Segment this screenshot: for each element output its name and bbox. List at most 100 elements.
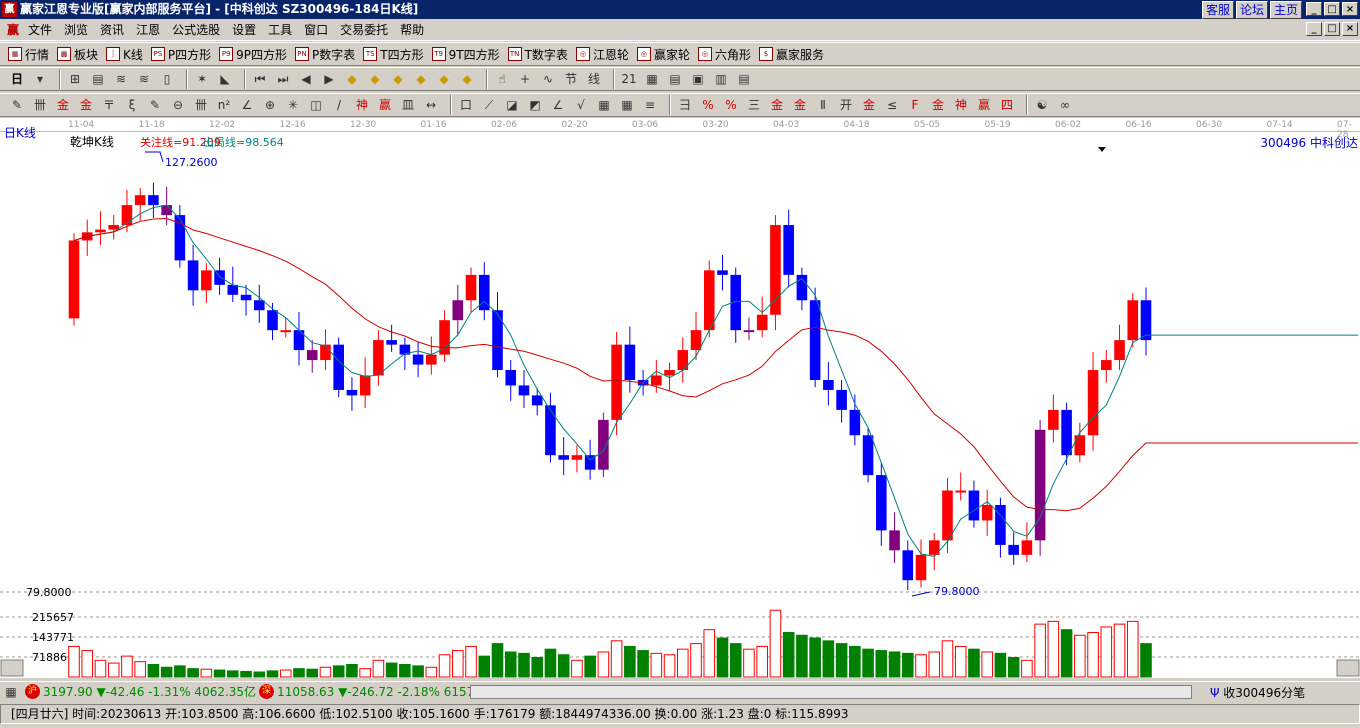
toolbar-button[interactable]: ◎ 六角形 — [697, 46, 751, 63]
period-dropdown-icon[interactable]: ▾ — [31, 70, 49, 88]
calendar-icon[interactable]: 21 — [620, 70, 638, 88]
drawing-tool-icon[interactable]: 神 — [952, 96, 970, 114]
drawing-tool-icon[interactable]: 赢 — [376, 96, 394, 114]
restore-button[interactable]: □ — [1324, 2, 1340, 16]
drawing-tool-icon[interactable]: 神 — [353, 96, 371, 114]
ticker-scrollbar[interactable] — [470, 685, 1192, 699]
crosshair-icon[interactable]: + — [516, 70, 534, 88]
drawing-tool-icon[interactable]: ξ — [123, 96, 141, 114]
toolbar-button[interactable]: ┆ K线 — [106, 46, 143, 63]
toolbar-button[interactable]: TN T数字表 — [507, 46, 568, 63]
toolbar-button[interactable]: ◎ 江恩轮 — [575, 46, 629, 63]
menu-item[interactable]: 帮助 — [394, 21, 430, 38]
close-button[interactable]: × — [1342, 2, 1358, 16]
drawing-tool-icon[interactable]: ▦ — [618, 96, 636, 114]
print-icon[interactable]: ▥ — [712, 70, 730, 88]
toolbar-button[interactable]: ▩ 板块 — [57, 46, 98, 63]
drawing-tool-icon[interactable]: ⊕ — [261, 96, 279, 114]
drawing-tool-icon[interactable]: ∠ — [549, 96, 567, 114]
drawing-tool-icon[interactable]: ◫ — [307, 96, 325, 114]
calculator-icon[interactable]: ▦ — [643, 70, 661, 88]
drawing-tool-icon[interactable]: ↔ — [422, 96, 440, 114]
drawing-tool-icon[interactable]: ◪ — [503, 96, 521, 114]
drawing-tool-icon[interactable]: 卌 — [192, 96, 210, 114]
drawing-tool-icon[interactable]: F — [906, 96, 924, 114]
drawing-tool-icon[interactable]: √ — [572, 96, 590, 114]
period-selector[interactable]: 日 — [8, 70, 26, 88]
drawing-tool-icon[interactable]: Ⅱ — [814, 96, 832, 114]
forum-link[interactable]: 论坛 — [1235, 1, 1268, 19]
diamond-cross-icon[interactable]: ◆ — [458, 70, 476, 88]
drawing-tool-icon[interactable]: ✎ — [146, 96, 164, 114]
drawing-tool-icon[interactable]: 彐 — [676, 96, 694, 114]
diamond-expand-icon[interactable]: ◆ — [389, 70, 407, 88]
drawing-tool-icon[interactable]: 金 — [54, 96, 72, 114]
drawing-tool-icon[interactable]: ▦ — [595, 96, 613, 114]
drawing-tool-icon[interactable]: ✳ — [284, 96, 302, 114]
service-link[interactable]: 客服 — [1201, 1, 1234, 19]
export-icon[interactable]: ▤ — [735, 70, 753, 88]
report-icon[interactable]: ▤ — [666, 70, 684, 88]
toolbar-button[interactable]: ▦ 行情 — [8, 46, 49, 63]
toolbar-button[interactable]: ◎ 赢家轮 — [636, 46, 690, 63]
drawing-tool-icon[interactable]: / — [330, 96, 348, 114]
drawing-tool-icon[interactable]: n² — [215, 96, 233, 114]
net-icon[interactable]: ⊞ — [66, 70, 84, 88]
toolbar-button[interactable]: PN P数字表 — [295, 46, 355, 63]
drawing-tool-icon[interactable]: 卌 — [31, 96, 49, 114]
doc-close-button[interactable]: × — [1342, 22, 1358, 36]
drawing-tool-icon[interactable]: 赢 — [975, 96, 993, 114]
drawing-tool-icon[interactable]: ⊖ — [169, 96, 187, 114]
line-icon[interactable]: ∿ — [539, 70, 557, 88]
drawing-tool-icon[interactable]: 金 — [929, 96, 947, 114]
candle-type-icon[interactable]: ▯ — [158, 70, 176, 88]
drawing-tool-icon[interactable]: 〒 — [100, 96, 118, 114]
menu-item[interactable]: 设置 — [226, 21, 262, 38]
toolbar-button[interactable]: P9 9P四方形 — [219, 46, 287, 63]
first-icon[interactable]: ⏮ — [251, 70, 269, 88]
ma3-icon[interactable]: ≋ — [112, 70, 130, 88]
home-link[interactable]: 主页 — [1269, 1, 1302, 19]
right-icon[interactable]: ▶ — [320, 70, 338, 88]
toolbar-button[interactable]: TS T四方形 — [363, 46, 424, 63]
drawing-tool-icon[interactable]: ∠ — [238, 96, 256, 114]
drawing-tool-icon[interactable]: 四 — [998, 96, 1016, 114]
drawing-tool-icon[interactable]: % — [722, 96, 740, 114]
doc-minimize-button[interactable]: _ — [1306, 22, 1322, 36]
menu-item[interactable]: 江恩 — [130, 21, 166, 38]
ma9-icon[interactable]: ≋ — [135, 70, 153, 88]
notes-icon[interactable]: ▤ — [89, 70, 107, 88]
drawing-tool-icon[interactable]: 口 — [457, 96, 475, 114]
drawing-tool-icon[interactable]: ✎ — [8, 96, 26, 114]
save-icon[interactable]: ▣ — [689, 70, 707, 88]
drawing-tool-icon[interactable]: 金 — [791, 96, 809, 114]
toolbar-button[interactable]: $ 赢家服务 — [758, 46, 824, 63]
toolbar-button[interactable]: PS P四方形 — [150, 46, 211, 63]
drawing-tool-icon[interactable]: 皿 — [399, 96, 417, 114]
menu-item[interactable]: 文件 — [22, 21, 58, 38]
menu-item[interactable]: 资讯 — [94, 21, 130, 38]
pattern-icon[interactable]: 节 — [562, 70, 580, 88]
drawing-tool-icon[interactable]: 金 — [77, 96, 95, 114]
color-icon[interactable]: ◣ — [216, 70, 234, 88]
drawing-tool-icon[interactable]: ⟋ — [480, 96, 498, 114]
minimize-button[interactable]: _ — [1306, 2, 1322, 16]
menu-item[interactable]: 交易委托 — [334, 21, 394, 38]
drawing-tool-icon[interactable]: 金 — [860, 96, 878, 114]
drawing-tool-icon[interactable]: 三 — [745, 96, 763, 114]
indicator-icon[interactable]: ✶ — [193, 70, 211, 88]
scroll-up-button-right[interactable] — [1336, 659, 1360, 677]
drawing-tool-icon[interactable]: ∞ — [1056, 96, 1074, 114]
kline-chart[interactable]: 11-04 11-18 12-02 12-16 12-30 01-16 02-06 02-20… — [0, 118, 1360, 678]
hand-icon[interactable]: ☝ — [493, 70, 511, 88]
scroll-up-button[interactable] — [0, 659, 24, 677]
toolbar-button[interactable]: T9 9T四方形 — [431, 46, 500, 63]
diamond-left-icon[interactable]: ◆ — [343, 70, 361, 88]
wave-icon[interactable]: 线 — [585, 70, 603, 88]
drawing-tool-icon[interactable]: ≤ — [883, 96, 901, 114]
diamond-right-icon[interactable]: ◆ — [366, 70, 384, 88]
quote-table-icon[interactable]: ▦ — [3, 683, 19, 701]
menu-item[interactable]: 工具 — [262, 21, 298, 38]
left-icon[interactable]: ◀ — [297, 70, 315, 88]
drawing-tool-icon[interactable]: 开 — [837, 96, 855, 114]
